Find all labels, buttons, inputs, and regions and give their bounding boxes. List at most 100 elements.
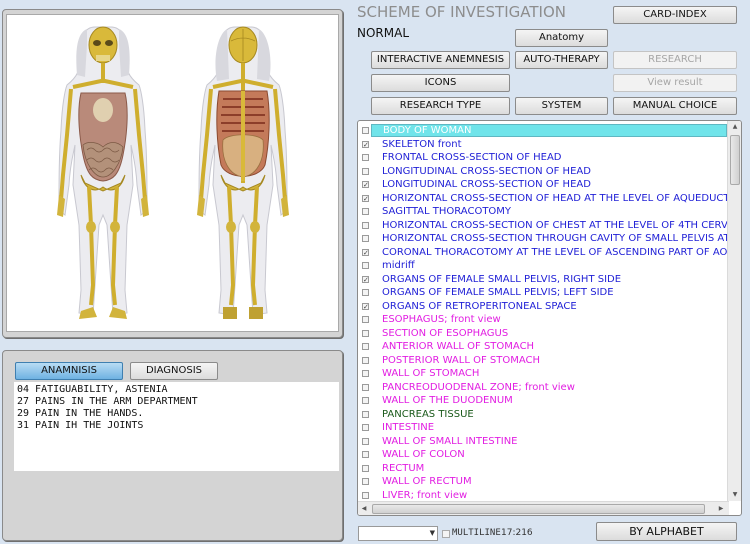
list-item-label: ORGANS OF RETROPERITONEAL SPACE	[382, 300, 577, 312]
checkbox-unchecked[interactable]	[362, 235, 369, 242]
vertical-scroll-thumb[interactable]	[730, 135, 740, 185]
list-item[interactable]: ✓ ORGANS OF FEMALE SMALL PELVIS, RIGHT SI…	[358, 273, 727, 287]
list-item[interactable]: POSTERIOR WALL OF STOMACH	[358, 354, 727, 368]
checkbox-unchecked[interactable]	[362, 437, 369, 445]
checkbox-unchecked[interactable]	[362, 262, 369, 269]
list-item[interactable]: INTESTINE	[358, 421, 727, 435]
horizontal-scroll-thumb[interactable]	[372, 504, 705, 514]
list-item[interactable]: PANCREAS TISSUE	[358, 408, 727, 422]
checkbox-unchecked[interactable]	[362, 370, 369, 377]
list-item-label: ANTERIOR WALL OF STOMACH	[382, 341, 535, 352]
list-item[interactable]: ✓ SKELETON front	[358, 138, 727, 152]
anamnesis-item[interactable]: 04 FATIGUABILITY, ASTENIA	[17, 384, 336, 396]
checkbox-unchecked[interactable]	[362, 410, 369, 418]
horizontal-scrollbar[interactable]: ◀ ▶	[358, 501, 729, 515]
list-item[interactable]: ORGANS OF FEMALE SMALL PELVIS; LEFT SIDE	[358, 286, 727, 300]
page-title: SCHEME OF INVESTIGATION	[357, 3, 566, 21]
checkbox-unchecked[interactable]	[362, 397, 369, 404]
research-button[interactable]: RESEARCH	[613, 51, 737, 69]
view-result-button[interactable]: View result	[613, 74, 737, 92]
list-item[interactable]: BODY OF WOMAN	[358, 124, 727, 138]
checkbox-checked[interactable]: ✓	[362, 140, 369, 148]
anamnesis-list[interactable]: 04 FATIGUABILITY, ASTENIA 27 PAINS IN TH…	[14, 382, 339, 471]
list-item[interactable]: FRONTAL CROSS-SECTION OF HEAD	[358, 151, 727, 165]
checkbox-unchecked[interactable]	[362, 289, 369, 296]
list-item[interactable]: ✓ ORGANS OF RETROPERITONEAL SPACE	[358, 300, 727, 314]
scroll-up-arrow-icon[interactable]: ▲	[728, 121, 741, 133]
card-index-button[interactable]: CARD-INDEX	[613, 6, 737, 24]
list-item[interactable]: WALL OF THE DUODENUM	[358, 394, 727, 408]
list-item-label: SECTION OF ESOPHAGUS	[382, 327, 509, 339]
body-back-figure[interactable]	[197, 26, 289, 319]
checkbox-unchecked[interactable]	[362, 167, 369, 175]
list-item-label: PANCREODUODENAL ZONE; front view	[382, 381, 575, 393]
filter-select[interactable]: ▼	[358, 526, 438, 541]
list-item-label: ESOPHAGUS; front view	[382, 314, 501, 325]
checkbox-checked[interactable]: ✓	[362, 275, 369, 283]
list-item[interactable]: HORIZONTAL CROSS-SECTION THROUGH CAVITY …	[358, 232, 727, 246]
list-item[interactable]: ✓ HORIZONTAL CROSS-SECTION OF HEAD AT THE…	[358, 192, 727, 206]
list-item[interactable]: ESOPHAGUS; front view	[358, 313, 727, 327]
anamnesis-item[interactable]: 27 PAINS IN THE ARM DEPARTMENT	[17, 396, 336, 408]
list-item[interactable]: WALL OF STOMACH	[358, 367, 727, 381]
list-item[interactable]: ANTERIOR WALL OF STOMACH	[358, 340, 727, 354]
list-item[interactable]: ✓ CORONAL THORACOTOMY AT THE LEVEL OF ASC…	[358, 246, 727, 260]
checkbox-unchecked[interactable]	[362, 208, 369, 215]
checkbox-unchecked[interactable]	[362, 478, 369, 485]
interactive-anamnesis-button[interactable]: INTERACTIVE ANEMNESIS	[371, 51, 510, 69]
investigation-list[interactable]: BODY OF WOMAN ✓ SKELETON front FRONTAL CROS…	[357, 120, 742, 516]
auto-therapy-button[interactable]: AUTO-THERAPY	[515, 51, 608, 69]
checkbox-unchecked[interactable]	[362, 329, 369, 337]
list-item-label: HORIZONTAL CROSS-SECTION THROUGH CAVITY …	[382, 233, 727, 244]
list-item[interactable]: midriff	[358, 259, 727, 273]
checkbox-checked[interactable]: ✓	[362, 248, 369, 256]
multiline-checkbox[interactable]	[442, 530, 450, 538]
checkbox-unchecked[interactable]	[362, 154, 369, 161]
checkbox-unchecked[interactable]	[362, 356, 369, 364]
vertical-scrollbar[interactable]: ▲ ▼	[727, 121, 741, 501]
by-alphabet-button[interactable]: BY ALPHABET	[596, 522, 737, 541]
manual-choice-button[interactable]: MANUAL CHOICE	[613, 97, 737, 115]
checkbox-unchecked[interactable]	[362, 424, 369, 431]
checkbox-unchecked[interactable]	[362, 127, 369, 134]
tab-anamnisis[interactable]: ANAMNISIS	[15, 362, 123, 380]
system-button[interactable]: SYSTEM	[515, 97, 608, 115]
scroll-right-arrow-icon[interactable]: ▶	[715, 502, 727, 515]
anamnesis-item[interactable]: 31 PAIN IH THE JOINTS	[17, 420, 336, 432]
anatomy-image-panel	[2, 9, 343, 338]
scroll-down-arrow-icon[interactable]: ▼	[728, 489, 741, 501]
checkbox-checked[interactable]: ✓	[362, 302, 369, 310]
checkbox-unchecked[interactable]	[362, 464, 369, 472]
checkbox-checked[interactable]: ✓	[362, 181, 369, 189]
list-item[interactable]: SECTION OF ESOPHAGUS	[358, 327, 727, 341]
list-item[interactable]: WALL OF SMALL INTESTINE	[358, 435, 727, 449]
checkbox-unchecked[interactable]	[362, 451, 369, 458]
checkbox-unchecked[interactable]	[362, 316, 369, 323]
list-item[interactable]: RECTUM	[358, 462, 727, 476]
list-item[interactable]: SAGITTAL THORACOTOMY	[358, 205, 727, 219]
anamnesis-item[interactable]: 29 PAIN IN THE HANDS.	[17, 408, 336, 420]
research-type-button[interactable]: RESEARCH TYPE	[371, 97, 510, 115]
list-item[interactable]: HORIZONTAL CROSS-SECTION OF CHEST AT THE…	[358, 219, 727, 233]
list-item[interactable]: ✓ LONGITUDINAL CROSS-SECTION OF HEAD	[358, 178, 727, 192]
checkbox-unchecked[interactable]	[362, 491, 369, 499]
list-item-label: HORIZONTAL CROSS-SECTION OF HEAD AT THE …	[382, 192, 727, 204]
checkbox-unchecked[interactable]	[362, 343, 369, 350]
list-item[interactable]: WALL OF RECTUM	[358, 475, 727, 489]
tab-diagnosis[interactable]: DIAGNOSIS	[130, 362, 218, 380]
list-item-label: WALL OF RECTUM	[382, 476, 472, 487]
list-item-label: SKELETON front	[382, 138, 462, 150]
list-item[interactable]: WALL OF COLON	[358, 448, 727, 462]
anatomy-figures[interactable]	[7, 15, 340, 333]
list-item[interactable]: LONGITUDINAL CROSS-SECTION OF HEAD	[358, 165, 727, 179]
anatomy-button[interactable]: Anatomy	[515, 29, 608, 47]
checkbox-unchecked[interactable]	[362, 221, 369, 229]
list-item[interactable]: PANCREODUODENAL ZONE; front view	[358, 381, 727, 395]
icons-button[interactable]: ICONS	[371, 74, 510, 92]
list-item-label: LONGITUDINAL CROSS-SECTION OF HEAD	[382, 165, 591, 177]
checkbox-checked[interactable]: ✓	[362, 194, 369, 202]
body-front-figure[interactable]	[57, 26, 149, 319]
list-item[interactable]: LIVER; front view	[358, 489, 727, 503]
scroll-left-arrow-icon[interactable]: ◀	[358, 502, 370, 515]
checkbox-unchecked[interactable]	[362, 383, 369, 391]
